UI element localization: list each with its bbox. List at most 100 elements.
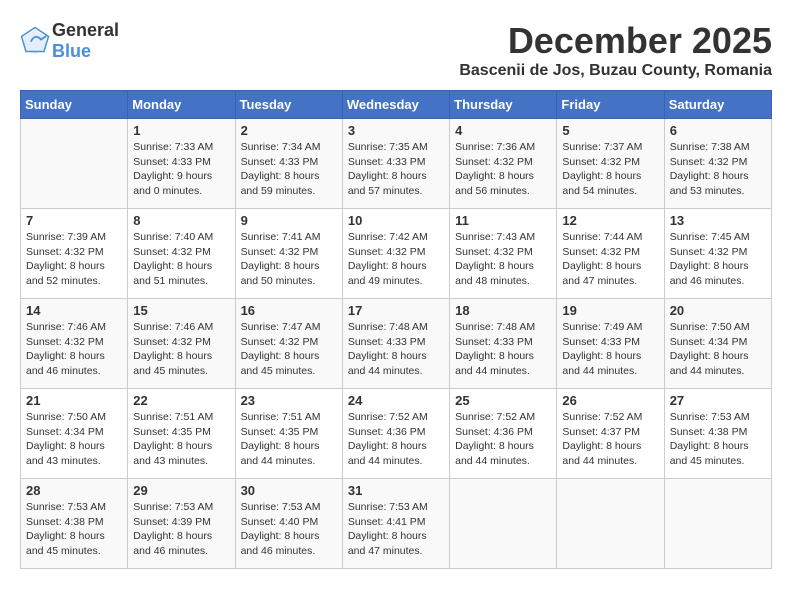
day-number: 13 xyxy=(670,213,766,228)
day-info: Sunrise: 7:47 AM Sunset: 4:32 PM Dayligh… xyxy=(241,320,337,379)
day-info: Sunrise: 7:46 AM Sunset: 4:32 PM Dayligh… xyxy=(26,320,122,379)
calendar-cell: 31 Sunrise: 7:53 AM Sunset: 4:41 PM Dayli… xyxy=(342,479,449,569)
day-info: Sunrise: 7:44 AM Sunset: 4:32 PM Dayligh… xyxy=(562,230,658,289)
day-info: Sunrise: 7:49 AM Sunset: 4:33 PM Dayligh… xyxy=(562,320,658,379)
day-number: 7 xyxy=(26,213,122,228)
calendar-cell: 11 Sunrise: 7:43 AM Sunset: 4:32 PM Dayli… xyxy=(450,209,557,299)
day-info: Sunrise: 7:51 AM Sunset: 4:35 PM Dayligh… xyxy=(241,410,337,469)
day-info: Sunrise: 7:53 AM Sunset: 4:41 PM Dayligh… xyxy=(348,500,444,559)
weekday-header-cell: Saturday xyxy=(664,91,771,119)
logo-general-text: General xyxy=(52,20,119,40)
day-number: 26 xyxy=(562,393,658,408)
calendar-week-row: 28 Sunrise: 7:53 AM Sunset: 4:38 PM Dayli… xyxy=(21,479,772,569)
day-info: Sunrise: 7:52 AM Sunset: 4:36 PM Dayligh… xyxy=(455,410,551,469)
logo: General Blue xyxy=(20,20,119,62)
day-info: Sunrise: 7:35 AM Sunset: 4:33 PM Dayligh… xyxy=(348,140,444,199)
calendar-cell: 2 Sunrise: 7:34 AM Sunset: 4:33 PM Daylig… xyxy=(235,119,342,209)
day-number: 21 xyxy=(26,393,122,408)
day-info: Sunrise: 7:41 AM Sunset: 4:32 PM Dayligh… xyxy=(241,230,337,289)
calendar-cell: 6Sunrise: 7:38 AM Sunset: 4:32 PM Daylig… xyxy=(664,119,771,209)
weekday-header-cell: Tuesday xyxy=(235,91,342,119)
calendar-cell: 28 Sunrise: 7:53 AM Sunset: 4:38 PM Dayli… xyxy=(21,479,128,569)
day-info: Sunrise: 7:37 AM Sunset: 4:32 PM Dayligh… xyxy=(562,140,658,199)
day-info: Sunrise: 7:46 AM Sunset: 4:32 PM Dayligh… xyxy=(133,320,229,379)
day-number: 25 xyxy=(455,393,551,408)
day-number: 2 xyxy=(241,123,337,138)
day-number: 27 xyxy=(670,393,766,408)
calendar-cell xyxy=(557,479,664,569)
day-info: Sunrise: 7:48 AM Sunset: 4:33 PM Dayligh… xyxy=(455,320,551,379)
calendar-cell: 29 Sunrise: 7:53 AM Sunset: 4:39 PM Dayli… xyxy=(128,479,235,569)
calendar-cell: 4 Sunrise: 7:36 AM Sunset: 4:32 PM Daylig… xyxy=(450,119,557,209)
calendar-week-row: 7Sunrise: 7:39 AM Sunset: 4:32 PM Daylig… xyxy=(21,209,772,299)
day-info: Sunrise: 7:48 AM Sunset: 4:33 PM Dayligh… xyxy=(348,320,444,379)
day-number: 22 xyxy=(133,393,229,408)
calendar-cell: 16Sunrise: 7:47 AM Sunset: 4:32 PM Dayli… xyxy=(235,299,342,389)
day-number: 1 xyxy=(133,123,229,138)
calendar-cell: 22 Sunrise: 7:51 AM Sunset: 4:35 PM Dayli… xyxy=(128,389,235,479)
calendar-cell: 5 Sunrise: 7:37 AM Sunset: 4:32 PM Daylig… xyxy=(557,119,664,209)
day-number: 8 xyxy=(133,213,229,228)
calendar-cell: 9Sunrise: 7:41 AM Sunset: 4:32 PM Daylig… xyxy=(235,209,342,299)
calendar-cell: 10Sunrise: 7:42 AM Sunset: 4:32 PM Dayli… xyxy=(342,209,449,299)
day-number: 12 xyxy=(562,213,658,228)
calendar-cell xyxy=(664,479,771,569)
calendar-cell: 1 Sunrise: 7:33 AM Sunset: 4:33 PM Daylig… xyxy=(128,119,235,209)
calendar-cell: 21 Sunrise: 7:50 AM Sunset: 4:34 PM Dayli… xyxy=(21,389,128,479)
calendar-cell: 13 Sunrise: 7:45 AM Sunset: 4:32 PM Dayli… xyxy=(664,209,771,299)
calendar-subtitle: Bascenii de Jos, Buzau County, Romania xyxy=(459,62,772,80)
calendar-cell: 17 Sunrise: 7:48 AM Sunset: 4:33 PM Dayli… xyxy=(342,299,449,389)
day-info: Sunrise: 7:40 AM Sunset: 4:32 PM Dayligh… xyxy=(133,230,229,289)
day-info: Sunrise: 7:34 AM Sunset: 4:33 PM Dayligh… xyxy=(241,140,337,199)
weekday-header-cell: Thursday xyxy=(450,91,557,119)
day-number: 14 xyxy=(26,303,122,318)
calendar-week-row: 1 Sunrise: 7:33 AM Sunset: 4:33 PM Daylig… xyxy=(21,119,772,209)
day-info: Sunrise: 7:53 AM Sunset: 4:38 PM Dayligh… xyxy=(26,500,122,559)
day-info: Sunrise: 7:53 AM Sunset: 4:39 PM Dayligh… xyxy=(133,500,229,559)
day-number: 10 xyxy=(348,213,444,228)
day-info: Sunrise: 7:50 AM Sunset: 4:34 PM Dayligh… xyxy=(26,410,122,469)
day-info: Sunrise: 7:45 AM Sunset: 4:32 PM Dayligh… xyxy=(670,230,766,289)
weekday-header-cell: Sunday xyxy=(21,91,128,119)
weekday-header-cell: Friday xyxy=(557,91,664,119)
day-info: Sunrise: 7:43 AM Sunset: 4:32 PM Dayligh… xyxy=(455,230,551,289)
day-number: 31 xyxy=(348,483,444,498)
day-number: 3 xyxy=(348,123,444,138)
day-number: 19 xyxy=(562,303,658,318)
day-info: Sunrise: 7:53 AM Sunset: 4:40 PM Dayligh… xyxy=(241,500,337,559)
day-info: Sunrise: 7:33 AM Sunset: 4:33 PM Dayligh… xyxy=(133,140,229,199)
day-number: 29 xyxy=(133,483,229,498)
logo-blue-text: Blue xyxy=(52,41,91,61)
title-block: December 2025 Bascenii de Jos, Buzau Cou… xyxy=(459,20,772,80)
day-number: 5 xyxy=(562,123,658,138)
calendar-cell xyxy=(450,479,557,569)
weekday-header-cell: Monday xyxy=(128,91,235,119)
day-number: 4 xyxy=(455,123,551,138)
calendar-cell xyxy=(21,119,128,209)
day-number: 28 xyxy=(26,483,122,498)
calendar-cell: 24Sunrise: 7:52 AM Sunset: 4:36 PM Dayli… xyxy=(342,389,449,479)
calendar-cell: 12 Sunrise: 7:44 AM Sunset: 4:32 PM Dayli… xyxy=(557,209,664,299)
day-number: 23 xyxy=(241,393,337,408)
page-header: General Blue December 2025 Bascenii de J… xyxy=(20,20,772,80)
day-info: Sunrise: 7:38 AM Sunset: 4:32 PM Dayligh… xyxy=(670,140,766,199)
calendar-cell: 20Sunrise: 7:50 AM Sunset: 4:34 PM Dayli… xyxy=(664,299,771,389)
day-info: Sunrise: 7:52 AM Sunset: 4:37 PM Dayligh… xyxy=(562,410,658,469)
calendar-week-row: 21 Sunrise: 7:50 AM Sunset: 4:34 PM Dayli… xyxy=(21,389,772,479)
calendar-week-row: 14 Sunrise: 7:46 AM Sunset: 4:32 PM Dayli… xyxy=(21,299,772,389)
day-info: Sunrise: 7:53 AM Sunset: 4:38 PM Dayligh… xyxy=(670,410,766,469)
calendar-cell: 19 Sunrise: 7:49 AM Sunset: 4:33 PM Dayli… xyxy=(557,299,664,389)
calendar-body: 1 Sunrise: 7:33 AM Sunset: 4:33 PM Daylig… xyxy=(21,119,772,569)
day-info: Sunrise: 7:51 AM Sunset: 4:35 PM Dayligh… xyxy=(133,410,229,469)
day-info: Sunrise: 7:36 AM Sunset: 4:32 PM Dayligh… xyxy=(455,140,551,199)
day-number: 17 xyxy=(348,303,444,318)
day-number: 11 xyxy=(455,213,551,228)
logo-icon xyxy=(20,26,50,56)
day-number: 20 xyxy=(670,303,766,318)
calendar-title: December 2025 xyxy=(459,20,772,62)
calendar-cell: 23 Sunrise: 7:51 AM Sunset: 4:35 PM Dayli… xyxy=(235,389,342,479)
day-number: 18 xyxy=(455,303,551,318)
day-number: 15 xyxy=(133,303,229,318)
calendar-cell: 27 Sunrise: 7:53 AM Sunset: 4:38 PM Dayli… xyxy=(664,389,771,479)
calendar-cell: 26 Sunrise: 7:52 AM Sunset: 4:37 PM Dayli… xyxy=(557,389,664,479)
